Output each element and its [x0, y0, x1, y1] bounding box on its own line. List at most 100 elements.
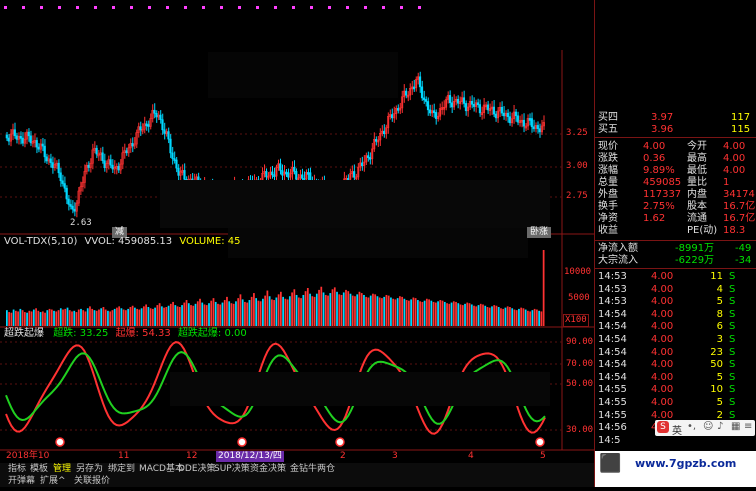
volume-bar [138, 309, 141, 326]
tick-time: 14:54 [598, 308, 627, 320]
candle-body [424, 99, 428, 102]
volume-bar [187, 303, 190, 326]
tab-indicator[interactable]: 指标 [8, 463, 26, 475]
volume-bar [394, 299, 397, 326]
candle-body [159, 114, 162, 120]
osc-axis-label: 70.00 [566, 359, 594, 369]
tab-template[interactable]: 模板 [30, 463, 48, 475]
candle-body [139, 126, 142, 131]
tab-gold-bull[interactable]: 金钻牛两仓 [290, 463, 335, 475]
volume-bar [399, 296, 401, 326]
volume-bar [44, 312, 46, 326]
tab-related-quotes[interactable]: 关联报价 [74, 475, 110, 487]
volume-bar [403, 298, 406, 326]
volume-bar [192, 305, 195, 326]
candle-body [161, 119, 164, 131]
volume-bar [129, 307, 132, 326]
volume-bar [136, 308, 139, 326]
volume-bar [405, 300, 408, 326]
tab-manage[interactable]: 管理 [53, 463, 71, 475]
candle-body [67, 198, 70, 205]
ime-toolbar[interactable]: S 英 •, ☺ ♪ ▦ ≡ [655, 420, 755, 437]
volume-bar [253, 293, 255, 326]
redacted-header [595, 0, 756, 108]
tick-time: 14:54 [598, 321, 627, 333]
tick-row: 14:55 4.00 5 S [595, 396, 756, 409]
volume-bar [217, 303, 219, 326]
volume-bar [82, 310, 85, 326]
volume-bar [385, 294, 388, 326]
oscillator-signal-dot [237, 437, 247, 447]
watermark-logo: ⬛ [599, 453, 622, 474]
oscillator-header: 超跌起爆 超跌: 33.25 起爆: 54.33 超跌起爆: 0.00 [4, 328, 247, 340]
tab-dde-decision[interactable]: DDE决策 [178, 463, 216, 475]
chart-area[interactable]: 3.25 3.00 2.75 2.63 减 卧涨 VOL-TDX(5,10) V… [0, 0, 594, 487]
candle-body [353, 171, 356, 178]
tab-expand[interactable]: 扩展^ [40, 475, 66, 487]
volume-bar [479, 303, 482, 326]
volume-bar [524, 309, 527, 326]
candle-body [448, 95, 452, 104]
volume-bar [531, 310, 534, 326]
tick-price: 4.00 [651, 271, 674, 282]
volume-bar [336, 291, 338, 326]
quote-value: 4.00 [723, 165, 746, 176]
tab-bind-to[interactable]: 绑定到 [108, 463, 135, 475]
quote-row: 涨幅 9.89% 最低 4.00 [595, 165, 756, 177]
tab-save-as[interactable]: 另存为 [76, 463, 103, 475]
volume-bar [35, 308, 37, 326]
volume-bar [470, 304, 473, 326]
volume-bar [320, 286, 323, 326]
volume-bar [473, 305, 475, 326]
tick-side: S [729, 321, 736, 333]
ime-voice-icon[interactable]: ♪ [717, 421, 723, 432]
tick-row: 14:54 4.00 3 S [595, 333, 756, 346]
candle-body [396, 108, 400, 111]
signal-marker [220, 6, 223, 9]
signal-marker [112, 6, 115, 9]
volume-bar [529, 311, 532, 326]
candle-body [514, 111, 517, 117]
ime-emoji-icon[interactable]: ☺ [703, 421, 713, 432]
volume-bar [8, 312, 10, 326]
ime-keyboard-icon[interactable]: ▦ [731, 421, 740, 432]
volume-bar [423, 300, 426, 326]
candle-body [49, 158, 52, 163]
candle-body [145, 123, 148, 127]
volume-bar [300, 298, 302, 326]
volume-bar [378, 297, 381, 326]
candle-body [73, 208, 76, 212]
tab-bullet-comments[interactable]: 开弹幕 [8, 475, 35, 487]
volume-bar [160, 306, 163, 326]
tick-row: 14:54 4.00 23 S [595, 346, 756, 359]
ime-menu-icon[interactable]: ≡ [744, 421, 752, 432]
volume-bar [324, 294, 327, 326]
candle-body [147, 124, 150, 127]
volume-bar [95, 310, 98, 326]
volume-bar [464, 303, 466, 326]
tick-row: 14:54 4.00 50 S [595, 358, 756, 371]
signal-marker [400, 6, 403, 9]
quote-label: 总量 [598, 177, 618, 188]
candle-body [450, 102, 454, 108]
volume-bar [84, 311, 87, 326]
volume-bar [264, 295, 267, 326]
volume-bar [232, 303, 235, 326]
tick-side: S [729, 346, 736, 358]
candle-body [530, 118, 533, 128]
volume-bar [205, 305, 208, 326]
tick-volume: 3 [716, 334, 723, 345]
ime-mode[interactable]: 英 [672, 422, 682, 437]
volume-bar [475, 306, 478, 326]
tick-row: 14:54 4.00 6 S [595, 320, 756, 333]
volume-bar [416, 300, 419, 326]
ime-punct-icon[interactable]: •, [687, 421, 696, 432]
tab-fund-decision[interactable]: 资金决策 [250, 463, 286, 475]
volume-bar [68, 310, 71, 326]
tick-row: 14:54 4.00 8 S [595, 308, 756, 321]
volume-bar [466, 302, 469, 326]
ime-logo-icon: S [657, 421, 669, 433]
candle-body [65, 187, 68, 200]
tab-sup-decision[interactable]: SUP决策 [214, 463, 250, 475]
volume-bar [50, 309, 53, 326]
